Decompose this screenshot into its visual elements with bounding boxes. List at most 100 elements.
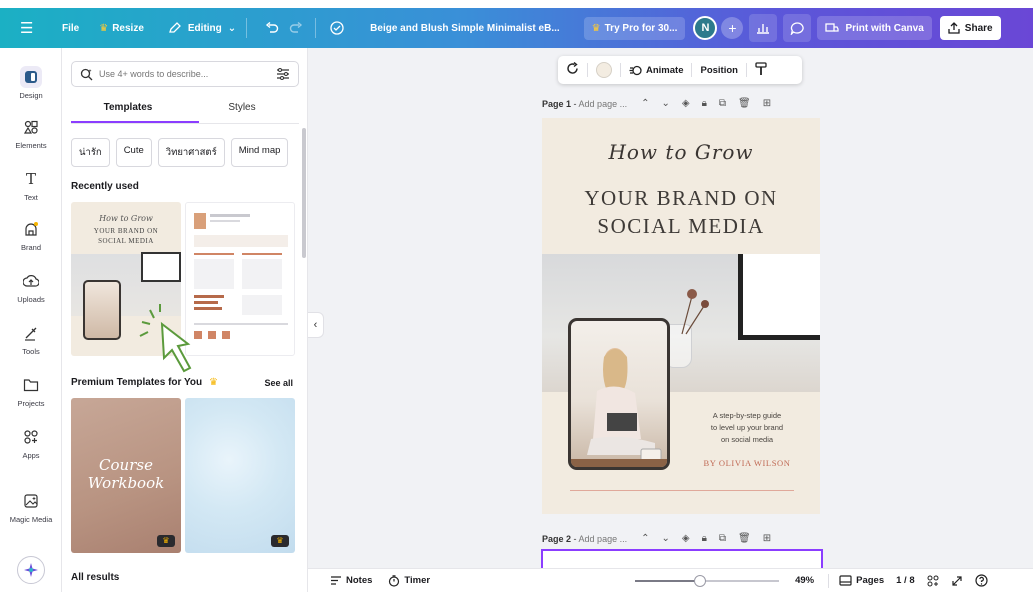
rail-item-uploads[interactable]: Uploads (0, 270, 62, 304)
editing-mode-button[interactable]: Editing ⌄ (168, 21, 236, 35)
share-button[interactable]: Share (939, 16, 1001, 40)
premium-template-thumbnail[interactable]: Course Workbook ♛ (71, 398, 181, 553)
zoom-slider-handle[interactable] (693, 574, 706, 587)
rail-item-elements[interactable]: Elements (0, 116, 62, 150)
analytics-icon[interactable] (749, 14, 778, 42)
tab-divider (71, 123, 299, 124)
redo-icon[interactable] (287, 19, 305, 37)
rail-item-label: Elements (15, 141, 47, 150)
chip-cute[interactable]: Cute (115, 138, 152, 167)
rail-item-brand[interactable]: Brand (0, 218, 62, 252)
tab-templates[interactable]: Templates (71, 96, 185, 122)
rail-item-label: Uploads (17, 295, 45, 304)
rail-item-tools[interactable]: Tools (0, 322, 62, 356)
tab-styles[interactable]: Styles (185, 96, 299, 122)
description-line: to level up your brand (710, 423, 784, 432)
filter-icon[interactable] (276, 68, 290, 80)
design-description[interactable]: A step-by-step guide to level up your br… (692, 410, 802, 446)
chip-mind-map[interactable]: Mind map (230, 138, 289, 167)
premium-template-thumbnail[interactable]: ♛ (185, 398, 295, 553)
pages-icon (839, 575, 852, 586)
paint-roller-icon[interactable] (755, 61, 767, 79)
chevron-down-icon[interactable]: ⌄ (661, 98, 669, 109)
print-label: Print with Canva (845, 22, 924, 34)
page-2-title-input[interactable]: Add page ... (579, 534, 628, 544)
premium-heading-text: Premium Templates for You (71, 377, 203, 388)
chevron-up-icon[interactable]: ⌃ (641, 98, 649, 109)
grid-view-icon[interactable] (927, 575, 939, 587)
design-script-title[interactable]: How to Grow (542, 140, 820, 164)
add-collaborator-button[interactable]: + (721, 17, 744, 39)
pro-crown-badge: ♛ (271, 535, 289, 547)
bottom-divider (828, 573, 830, 588)
rail-item-apps[interactable]: Apps (0, 426, 62, 460)
thumb-script-title: How to Grow (99, 214, 153, 223)
truck-icon (825, 23, 840, 32)
rail-item-text[interactable]: T Text (0, 168, 62, 202)
help-icon[interactable] (975, 574, 988, 587)
template-search-box[interactable] (71, 61, 299, 87)
chevron-up-icon[interactable]: ⌃ (641, 533, 649, 544)
chevron-down-icon[interactable]: ⌄ (661, 533, 669, 544)
uploads-icon (20, 270, 42, 292)
position-button[interactable]: Position (700, 65, 737, 76)
rail-item-projects[interactable]: Projects (0, 374, 62, 408)
comment-icon[interactable] (783, 14, 812, 42)
design-portrait-photo[interactable] (568, 318, 670, 470)
design-byline[interactable]: BY OLIVIA WILSON (692, 458, 802, 468)
rail-item-label: Apps (22, 451, 40, 460)
page-1-canvas[interactable]: How to Grow YOUR BRAND ON SOCIAL MEDIA A… (542, 118, 820, 514)
design-title-line[interactable]: SOCIAL MEDIA (542, 214, 820, 239)
thumb-script-line: Course (99, 456, 153, 474)
add-page-icon[interactable]: ⊞ (763, 98, 771, 109)
animate-button[interactable]: Animate (629, 65, 683, 76)
delete-icon[interactable]: 🗑︎ (738, 533, 751, 544)
notes-button[interactable]: Notes (330, 575, 372, 586)
see-all-link[interactable]: See all (264, 378, 293, 388)
lock-icon[interactable]: 🔒︎ (702, 98, 707, 109)
resize-button[interactable]: ♛ Resize (99, 23, 144, 34)
collapse-panel-button[interactable]: ‹ (308, 312, 324, 338)
fullscreen-icon[interactable] (951, 575, 963, 587)
rail-item-design[interactable]: Design (0, 66, 62, 100)
zoom-slider-fill (635, 579, 700, 582)
background-color-swatch[interactable] (596, 62, 612, 78)
zoom-slider[interactable] (635, 574, 780, 587)
delete-icon[interactable]: 🗑︎ (738, 98, 751, 109)
page-1-title-input[interactable]: Add page ... (579, 99, 628, 109)
duplicate-icon[interactable]: ⧉ (719, 98, 726, 109)
lock-icon[interactable]: 🔒︎ (702, 533, 707, 544)
magic-assistant-button[interactable] (0, 556, 62, 584)
file-menu[interactable]: File (62, 23, 79, 34)
cloud-saved-icon[interactable] (328, 19, 346, 37)
hamburger-menu-icon[interactable]: ☰ (20, 19, 50, 37)
rail-item-magic-media[interactable]: Magic Media (0, 490, 62, 524)
rail-item-label: Design (19, 91, 43, 100)
zoom-level[interactable]: 49% (795, 575, 814, 586)
chip-thai-cute[interactable]: น่ารัก (71, 138, 110, 167)
panel-scrollbar[interactable] (302, 128, 306, 258)
search-input[interactable] (99, 69, 270, 79)
notes-label: Notes (346, 575, 373, 586)
toolbar-divider (315, 18, 317, 38)
try-pro-button[interactable]: ♛ Try Pro for 30... (583, 16, 686, 40)
page-actions: ⌃ ⌄ ◈ 🔒︎ ⧉ 🗑︎ ⊞ (641, 98, 771, 109)
toolbar-divider (246, 18, 248, 38)
print-with-canva-button[interactable]: Print with Canva (817, 16, 932, 40)
hide-page-icon[interactable]: ◈ (682, 98, 690, 109)
document-title[interactable]: Beige and Blush Simple Minimalist eB... (370, 23, 559, 34)
timer-button[interactable]: Timer (388, 574, 430, 587)
design-divider-line[interactable] (570, 490, 794, 491)
pages-button[interactable]: Pages (839, 575, 884, 586)
undo-icon[interactable] (263, 19, 281, 37)
description-line: on social media (720, 435, 774, 444)
avatar[interactable]: N (693, 16, 718, 40)
rotate-icon[interactable] (566, 61, 579, 78)
hide-page-icon[interactable]: ◈ (682, 533, 690, 544)
animate-label: Animate (646, 64, 684, 76)
left-rail: Design Elements T Text Brand Uploads Too… (0, 48, 62, 592)
chip-thai-science[interactable]: วิทยาศาสตร์ (157, 138, 225, 167)
add-page-icon[interactable]: ⊞ (763, 533, 771, 544)
design-title-line[interactable]: YOUR BRAND ON (542, 186, 820, 211)
duplicate-icon[interactable]: ⧉ (719, 533, 726, 544)
